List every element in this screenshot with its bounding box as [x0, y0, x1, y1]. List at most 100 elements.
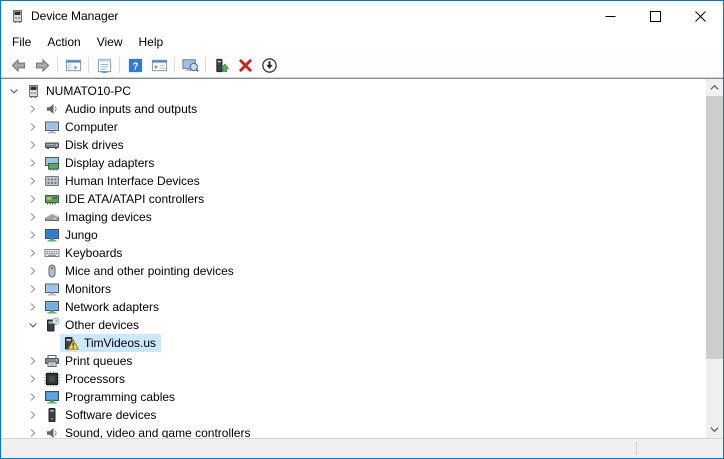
status-bar-separator [636, 442, 637, 455]
computer-monitor-icon [44, 119, 60, 135]
chevron-collapsed-icon[interactable] [25, 137, 41, 153]
close-button[interactable] [678, 1, 723, 31]
vertical-scrollbar [706, 79, 723, 438]
tree-item-label: Print queues [65, 354, 133, 368]
show-console-tree-icon [65, 57, 82, 74]
update-driver-button[interactable] [209, 54, 233, 76]
window-title: Device Manager [31, 9, 119, 23]
menu-view[interactable]: View [89, 32, 131, 52]
software-device-icon [44, 407, 60, 423]
properties-button[interactable] [92, 54, 116, 76]
tree-item-jungo[interactable]: Jungo [1, 226, 706, 244]
device-manager-window: Device Manager File Action View Help ? N… [0, 0, 724, 459]
tree-item-keyboards[interactable]: Keyboards [1, 244, 706, 262]
chevron-collapsed-icon[interactable] [25, 407, 41, 423]
tree-item-label: TimVideos.us [84, 336, 157, 350]
programming-cable-icon [44, 389, 60, 405]
toolbar-separator [174, 57, 175, 73]
chevron-up-icon [710, 84, 719, 90]
tree-item-label: Computer [65, 120, 118, 134]
chevron-expanded-icon[interactable] [25, 317, 41, 333]
uninstall-device-button[interactable] [233, 54, 257, 76]
chevron-expanded-icon[interactable] [6, 83, 22, 99]
properties-icon [96, 57, 113, 74]
scrollbar-track[interactable] [706, 359, 723, 421]
tree-item-human-interface-devices[interactable]: Human Interface Devices [1, 172, 706, 190]
chevron-collapsed-icon[interactable] [25, 191, 41, 207]
chevron-collapsed-icon[interactable] [25, 389, 41, 405]
forward-button[interactable] [30, 54, 54, 76]
tree-item-numato10-pc[interactable]: NUMATO10-PC [1, 82, 706, 100]
scan-hardware-changes-icon [181, 57, 199, 74]
chevron-collapsed-icon[interactable] [25, 209, 41, 225]
tree-item-monitors[interactable]: Monitors [1, 280, 706, 298]
chevron-collapsed-icon[interactable] [25, 245, 41, 261]
tree-item-imaging-devices[interactable]: Imaging devices [1, 208, 706, 226]
tree-item-label: Mice and other pointing devices [65, 264, 234, 278]
toolbar-separator [119, 57, 120, 73]
chevron-collapsed-icon[interactable] [25, 281, 41, 297]
chevron-collapsed-icon[interactable] [25, 119, 41, 135]
scroll-up-button[interactable] [706, 79, 723, 96]
tree-item-other-devices[interactable]: ? Other devices [1, 316, 706, 334]
chevron-collapsed-icon[interactable] [25, 353, 41, 369]
tree-item-disk-drives[interactable]: Disk drives [1, 136, 706, 154]
chevron-collapsed-icon[interactable] [25, 173, 41, 189]
scrollbar-thumb[interactable] [706, 96, 723, 359]
show-action-pane-icon [151, 57, 168, 74]
tree-item-processors[interactable]: Processors [1, 370, 706, 388]
tree-item-label: NUMATO10-PC [46, 84, 131, 98]
tree-item-sound-video-and-game-controllers[interactable]: Sound, video and game controllers [1, 424, 706, 438]
tree-item-audio-inputs-and-outputs[interactable]: Audio inputs and outputs [1, 100, 706, 118]
window-controls [588, 1, 723, 31]
tree-item-computer[interactable]: Computer [1, 118, 706, 136]
close-icon [695, 10, 706, 22]
menu-action[interactable]: Action [39, 32, 88, 52]
chevron-collapsed-icon[interactable] [25, 425, 41, 438]
show-action-pane-button[interactable] [147, 54, 171, 76]
menu-bar: File Action View Help [1, 31, 723, 53]
tree-item-label: Software devices [65, 408, 157, 422]
chevron-collapsed-icon[interactable] [25, 299, 41, 315]
chevron-collapsed-icon[interactable] [25, 101, 41, 117]
toolbar-separator [205, 57, 206, 73]
tree-item-print-queues[interactable]: Print queues [1, 352, 706, 370]
back-button[interactable] [6, 54, 30, 76]
tree-item-label: Other devices [65, 318, 140, 332]
imaging-device-icon [44, 209, 60, 225]
chevron-collapsed-icon[interactable] [25, 227, 41, 243]
jungo-device-icon [44, 227, 60, 243]
tree-item-ide-ata-atapi-controllers[interactable]: IDE ATA/ATAPI controllers [1, 190, 706, 208]
tree-item-label: IDE ATA/ATAPI controllers [65, 192, 205, 206]
tree-item-programming-cables[interactable]: Programming cables [1, 388, 706, 406]
disable-device-button[interactable] [257, 54, 281, 76]
minimize-button[interactable] [588, 1, 633, 31]
title-bar[interactable]: Device Manager [1, 1, 723, 31]
show-console-tree-button[interactable] [61, 54, 85, 76]
hid-device-icon [44, 173, 60, 189]
tree-item-display-adapters[interactable]: Display adapters [1, 154, 706, 172]
toolbar-separator [57, 57, 58, 73]
chevron-collapsed-icon[interactable] [25, 155, 41, 171]
menu-help[interactable]: Help [131, 32, 172, 52]
tree-item-mice-and-other-pointing-devices[interactable]: Mice and other pointing devices [1, 262, 706, 280]
tree-item-timvideos-us[interactable]: TimVideos.us [1, 334, 706, 352]
network-adapter-icon [44, 299, 60, 315]
chevron-collapsed-icon[interactable] [25, 371, 41, 387]
tree-item-label: Audio inputs and outputs [65, 102, 198, 116]
scroll-down-button[interactable] [706, 421, 723, 438]
tree-item-software-devices[interactable]: Software devices [1, 406, 706, 424]
tree-item-network-adapters[interactable]: Network adapters [1, 298, 706, 316]
help-button[interactable]: ? [123, 54, 147, 76]
help-icon: ? [127, 57, 144, 74]
display-adapter-icon [44, 155, 60, 171]
audio-device-icon [44, 425, 60, 438]
menu-file[interactable]: File [4, 32, 39, 52]
scan-hardware-changes-button[interactable] [178, 54, 202, 76]
chevron-collapsed-icon[interactable] [25, 263, 41, 279]
mouse-device-icon [44, 263, 60, 279]
tree-item-label: Jungo [65, 228, 98, 242]
tree-item-label: Processors [65, 372, 126, 386]
keyboard-device-icon [44, 245, 60, 261]
maximize-button[interactable] [633, 1, 678, 31]
